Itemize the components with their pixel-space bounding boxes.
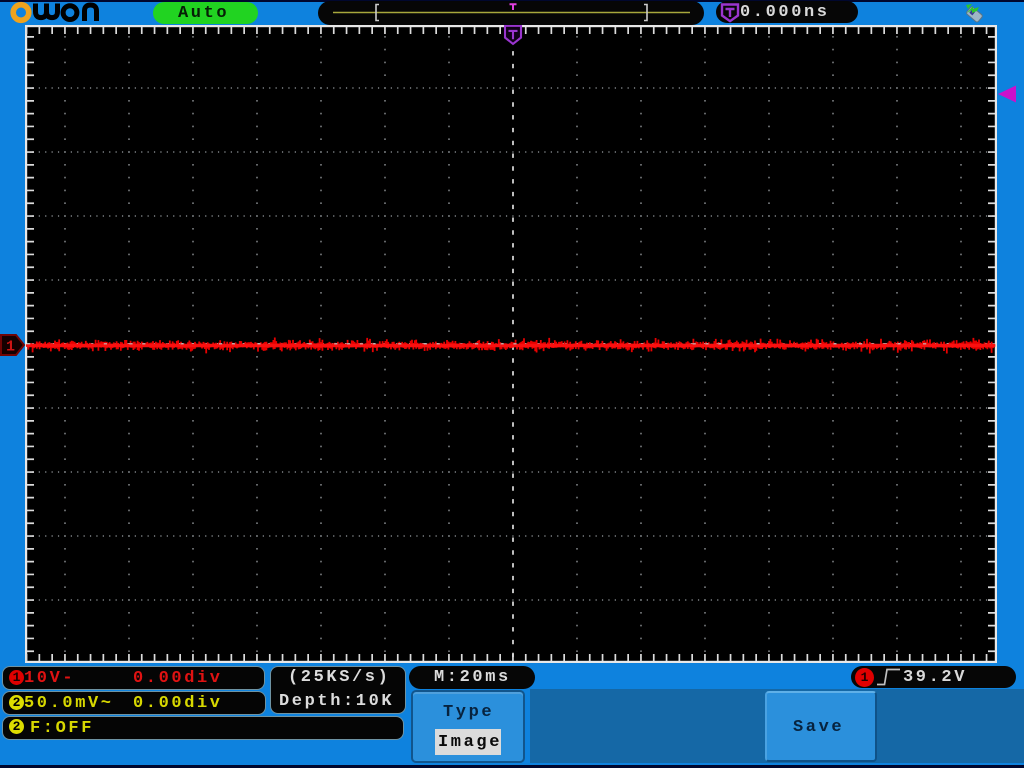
svg-text:1: 1 [6,339,15,356]
